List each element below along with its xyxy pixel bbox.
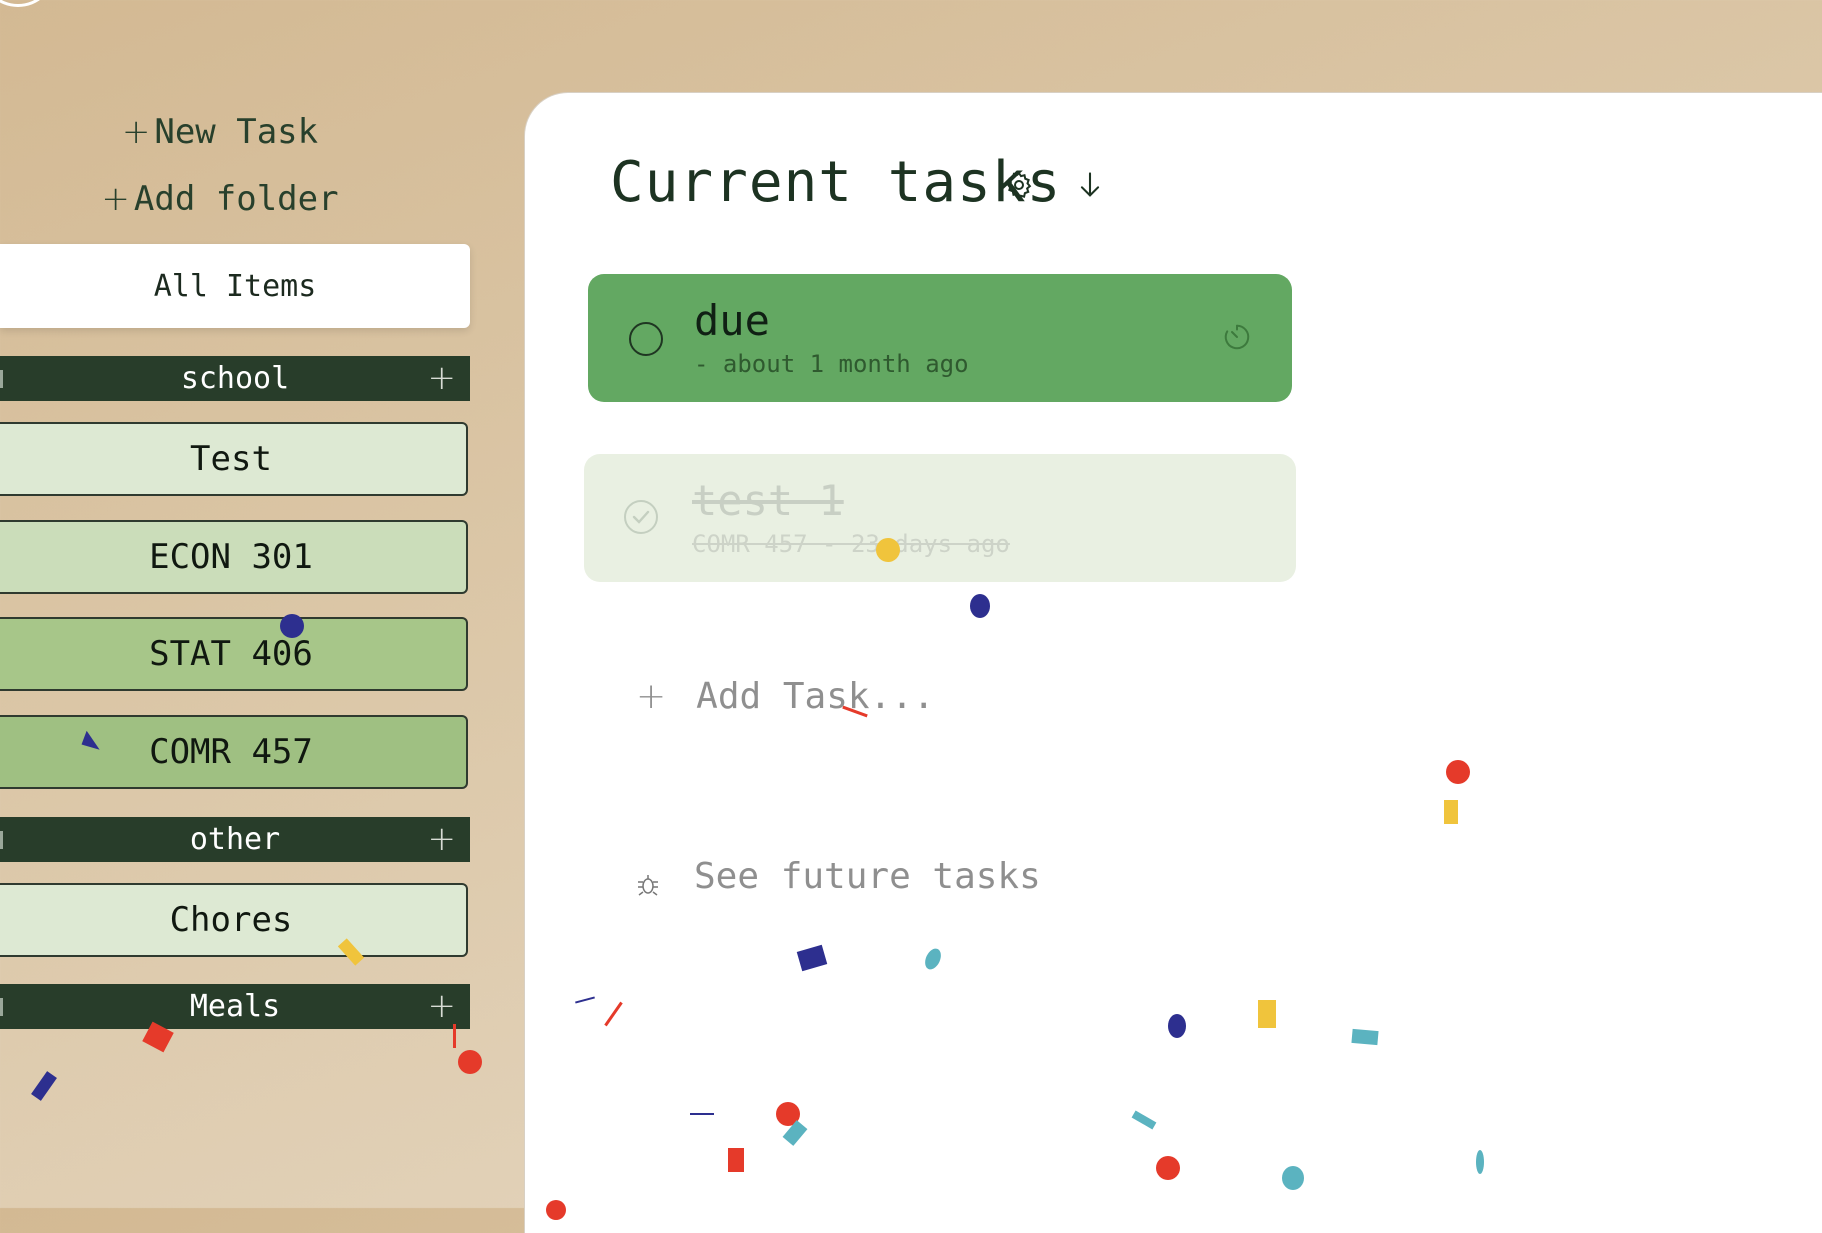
gear-icon[interactable] bbox=[1004, 170, 1034, 204]
folder-header-school[interactable]: school + bbox=[0, 356, 470, 401]
add-folder-label: Add folder bbox=[133, 179, 339, 219]
sidebar-item-chores[interactable]: Chores bbox=[0, 883, 468, 957]
bug-icon bbox=[636, 866, 660, 896]
folder-name: Meals bbox=[189, 989, 281, 1024]
task-title: due bbox=[694, 296, 770, 345]
timer-icon[interactable] bbox=[1222, 322, 1252, 356]
see-future-label: See future tasks bbox=[694, 856, 1041, 897]
task-card[interactable]: due - about 1 month ago bbox=[588, 274, 1292, 402]
confetti-piece bbox=[1168, 1014, 1186, 1038]
sidebar-item-test[interactable]: Test bbox=[0, 422, 468, 496]
collapse-handle-icon[interactable] bbox=[0, 831, 3, 849]
folder-name: school bbox=[180, 361, 290, 396]
task-card-completed[interactable]: test 1 COMR 457 - 23 days ago bbox=[584, 454, 1296, 582]
confetti-piece bbox=[458, 1050, 482, 1074]
confetti-piece bbox=[453, 1024, 456, 1048]
task-subtitle: - about 1 month ago bbox=[694, 350, 969, 378]
sidebar-item-label: COMR 457 bbox=[149, 732, 313, 772]
confetti-piece bbox=[1351, 1028, 1379, 1046]
folder-header-meals[interactable]: Meals + bbox=[0, 984, 470, 1029]
add-task-placeholder: Add Task... bbox=[696, 676, 935, 717]
new-task-label: New Task bbox=[154, 112, 319, 152]
avatar[interactable] bbox=[0, 0, 56, 7]
sidebar-item-stat-406[interactable]: STAT 406 bbox=[0, 617, 468, 691]
plus-icon: + bbox=[121, 112, 151, 152]
confetti-piece bbox=[1282, 1166, 1304, 1190]
collapse-handle-icon[interactable] bbox=[0, 998, 3, 1016]
confetti-piece bbox=[728, 1148, 744, 1172]
folder-header-other[interactable]: other + bbox=[0, 817, 470, 862]
confetti-piece bbox=[546, 1200, 566, 1220]
collapse-handle-icon[interactable] bbox=[0, 370, 3, 388]
folder-name: other bbox=[189, 822, 281, 857]
confetti-piece bbox=[970, 594, 990, 618]
add-task-input[interactable]: + Add Task... bbox=[636, 676, 935, 717]
plus-icon: + bbox=[636, 676, 667, 717]
confetti-piece bbox=[690, 1113, 714, 1115]
sidebar-item-label: ECON 301 bbox=[149, 537, 313, 577]
page-title: Current tasks bbox=[610, 150, 1062, 215]
sidebar-item-all-items[interactable]: All Items bbox=[0, 244, 470, 328]
task-checkbox-checked[interactable] bbox=[624, 500, 658, 534]
sidebar-item-econ-301[interactable]: ECON 301 bbox=[0, 520, 468, 594]
arrow-down-icon[interactable] bbox=[1076, 170, 1104, 204]
sidebar-item-label: Test bbox=[190, 439, 272, 479]
task-checkbox[interactable] bbox=[629, 322, 663, 356]
confetti-piece bbox=[1258, 1000, 1276, 1028]
confetti-piece bbox=[1156, 1156, 1180, 1180]
task-title: test 1 bbox=[692, 476, 844, 525]
sidebar-item-label: Chores bbox=[169, 900, 293, 940]
new-task-button[interactable]: + New Task bbox=[0, 112, 440, 152]
confetti-piece bbox=[1446, 760, 1470, 784]
confetti-piece bbox=[876, 538, 900, 562]
plus-icon: + bbox=[101, 179, 130, 219]
sidebar-item-label: STAT 406 bbox=[149, 634, 313, 674]
confetti-piece bbox=[1476, 1150, 1484, 1174]
folder-add-button[interactable]: + bbox=[428, 986, 457, 1026]
sidebar-item-comr-457[interactable]: COMR 457 bbox=[0, 715, 468, 789]
confetti-piece bbox=[1444, 800, 1458, 824]
confetti-piece bbox=[280, 614, 304, 638]
confetti-piece bbox=[31, 1071, 57, 1101]
main-panel bbox=[524, 92, 1822, 1233]
folder-add-button[interactable]: + bbox=[428, 819, 457, 859]
see-future-tasks-button[interactable]: See future tasks bbox=[636, 856, 1041, 897]
sidebar-item-label: All Items bbox=[153, 268, 317, 304]
folder-add-button[interactable]: + bbox=[428, 358, 457, 398]
add-folder-button[interactable]: + Add folder bbox=[0, 179, 440, 219]
task-subtitle: COMR 457 - 23 days ago bbox=[692, 530, 1010, 558]
